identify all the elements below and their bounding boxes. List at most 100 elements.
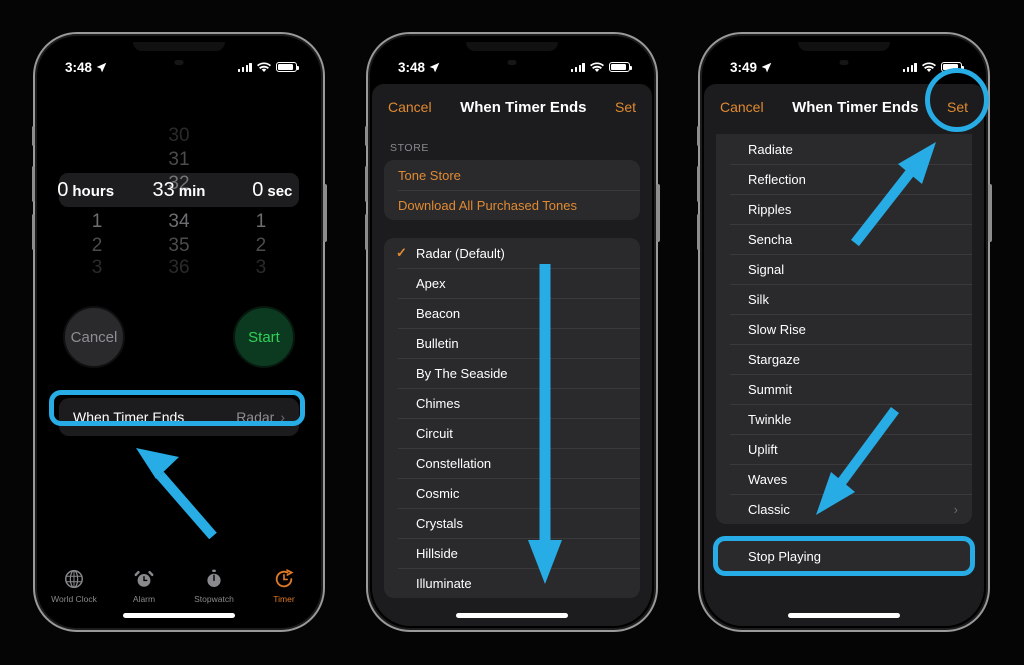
picker-column-minutes[interactable]: 30 31 32 33 min 34 35 36 bbox=[132, 124, 225, 278]
status-left-1: 3:48 bbox=[65, 60, 107, 75]
power-button[interactable] bbox=[323, 184, 327, 242]
tone-label: Sencha bbox=[748, 231, 793, 247]
tone-label: Circuit bbox=[416, 425, 453, 441]
picker-item bbox=[226, 148, 319, 172]
tone-row[interactable]: Bulletin bbox=[384, 328, 640, 358]
stop-playing-label: Stop Playing bbox=[748, 548, 821, 564]
tone-row[interactable]: Cosmic bbox=[384, 478, 640, 508]
download-purchased-tones-row[interactable]: Download All Purchased Tones bbox=[384, 190, 640, 220]
set-button[interactable]: Set bbox=[615, 99, 636, 115]
when-timer-ends-row[interactable]: When Timer Ends Radar › bbox=[59, 398, 299, 436]
picker-selected-hours: 0 hours bbox=[39, 178, 132, 202]
volume-down-button[interactable] bbox=[364, 214, 368, 250]
tone-row[interactable]: Circuit bbox=[384, 418, 640, 448]
battery-icon bbox=[941, 61, 965, 73]
duration-picker[interactable]: 0 hours 1 2 3 30 31 32 33 min 34 35 36 0… bbox=[39, 124, 319, 278]
tone-row[interactable]: Slow Rise bbox=[716, 314, 972, 344]
tone-label: Waves bbox=[748, 471, 788, 487]
tone-label: By The Seaside bbox=[416, 365, 508, 381]
tone-row-radar[interactable]: ✓ Radar (Default) bbox=[384, 238, 640, 268]
set-button[interactable]: Set bbox=[947, 99, 968, 115]
wifi-icon bbox=[257, 61, 271, 72]
power-button[interactable] bbox=[656, 184, 660, 242]
tab-world-clock[interactable]: World Clock bbox=[39, 568, 109, 604]
when-timer-ends-sheet-3: Cancel When Timer Ends Set Radiate Refle… bbox=[704, 84, 984, 626]
status-left-2: 3:48 bbox=[398, 60, 440, 75]
cancel-button[interactable]: Cancel bbox=[720, 99, 764, 115]
location-arrow-icon bbox=[429, 62, 440, 72]
picker-column-seconds[interactable]: 0 sec 1 2 3 bbox=[226, 124, 319, 278]
tab-stopwatch[interactable]: Stopwatch bbox=[179, 568, 249, 604]
picker-column-hours[interactable]: 0 hours 1 2 3 bbox=[39, 124, 132, 278]
tone-label: Illuminate bbox=[416, 575, 472, 591]
volume-down-button[interactable] bbox=[696, 214, 700, 250]
tone-row[interactable]: Silk bbox=[716, 284, 972, 314]
stop-playing-row[interactable]: Stop Playing bbox=[716, 540, 972, 572]
tone-row[interactable]: Hillside bbox=[384, 538, 640, 568]
store-card: Tone Store Download All Purchased Tones bbox=[384, 160, 640, 220]
tone-row[interactable]: Constellation bbox=[384, 448, 640, 478]
tone-label: Hillside bbox=[416, 545, 458, 561]
volume-up-button[interactable] bbox=[31, 166, 35, 202]
tone-row[interactable]: Reflection bbox=[716, 164, 972, 194]
start-button[interactable]: Start bbox=[233, 306, 295, 368]
when-timer-ends-value: Radar bbox=[236, 409, 275, 425]
phone-1-screen: 3:48 0 hours 1 2 3 30 31 32 33 min 34 35… bbox=[39, 38, 319, 626]
status-right-3 bbox=[902, 61, 965, 73]
tone-row[interactable]: By The Seaside bbox=[384, 358, 640, 388]
tone-row[interactable]: Chimes bbox=[384, 388, 640, 418]
picker-item bbox=[39, 148, 132, 172]
cancel-button[interactable]: Cancel bbox=[388, 99, 432, 115]
home-indicator[interactable] bbox=[456, 613, 568, 618]
tone-store-row[interactable]: Tone Store bbox=[384, 160, 640, 190]
picker-selected-minutes: 33 min bbox=[132, 178, 225, 202]
home-indicator[interactable] bbox=[788, 613, 900, 618]
volume-up-button[interactable] bbox=[364, 166, 368, 202]
tone-row[interactable]: Summit bbox=[716, 374, 972, 404]
home-indicator[interactable] bbox=[123, 613, 235, 618]
tone-row[interactable]: Sencha bbox=[716, 224, 972, 254]
status-time-3: 3:49 bbox=[730, 59, 758, 75]
volume-up-button[interactable] bbox=[696, 166, 700, 202]
tone-row[interactable]: Illuminate bbox=[384, 568, 640, 598]
tone-row-classic[interactable]: Classic › bbox=[716, 494, 972, 524]
sheet-title: When Timer Ends bbox=[460, 98, 587, 116]
tone-row[interactable]: Apex bbox=[384, 268, 640, 298]
silent-switch[interactable] bbox=[364, 126, 368, 146]
tone-label: Twinkle bbox=[748, 411, 792, 427]
tone-row[interactable]: Ripples bbox=[716, 194, 972, 224]
tone-label: Slow Rise bbox=[748, 321, 806, 337]
tab-label: Stopwatch bbox=[194, 594, 234, 604]
tone-row[interactable]: Stargaze bbox=[716, 344, 972, 374]
tone-row[interactable]: Twinkle bbox=[716, 404, 972, 434]
phone-1-timer: 3:48 0 hours 1 2 3 30 31 32 33 min 34 35… bbox=[31, 32, 327, 632]
sheet-nav-2: Cancel When Timer Ends Set bbox=[372, 84, 652, 130]
tone-row[interactable]: Waves bbox=[716, 464, 972, 494]
tone-row[interactable]: Uplift bbox=[716, 434, 972, 464]
sheet-body-2: STORE Tone Store Download All Purchased … bbox=[372, 130, 652, 626]
status-time-1: 3:48 bbox=[65, 59, 93, 75]
status-bar-3: 3:49 bbox=[704, 38, 984, 82]
tone-label: Signal bbox=[748, 261, 785, 277]
screenshot-stage: 3:48 0 hours 1 2 3 30 31 32 33 min 34 35… bbox=[0, 0, 1024, 665]
picker-columns: 0 hours 1 2 3 30 31 32 33 min 34 35 36 0… bbox=[39, 124, 319, 278]
picker-item: 36 bbox=[168, 257, 190, 278]
volume-down-button[interactable] bbox=[31, 214, 35, 250]
cancel-button[interactable]: Cancel bbox=[63, 306, 125, 368]
tone-label: Apex bbox=[416, 275, 446, 291]
power-button[interactable] bbox=[988, 184, 992, 242]
tone-label: Chimes bbox=[416, 395, 461, 411]
tab-timer[interactable]: Timer bbox=[249, 568, 319, 604]
picker-item: 30 bbox=[168, 125, 190, 146]
phone-2-screen: 3:48 Cancel When Timer Ends Set STORE To… bbox=[372, 38, 652, 626]
tone-row[interactable]: Radiate bbox=[716, 134, 972, 164]
tone-label: Ripples bbox=[748, 201, 792, 217]
silent-switch[interactable] bbox=[31, 126, 35, 146]
tab-alarm[interactable]: Alarm bbox=[109, 568, 179, 604]
tone-row[interactable]: Beacon bbox=[384, 298, 640, 328]
tone-row[interactable]: Crystals bbox=[384, 508, 640, 538]
tone-row[interactable]: Signal bbox=[716, 254, 972, 284]
picker-item bbox=[39, 124, 132, 148]
tone-label: Silk bbox=[748, 291, 769, 307]
silent-switch[interactable] bbox=[696, 126, 700, 146]
